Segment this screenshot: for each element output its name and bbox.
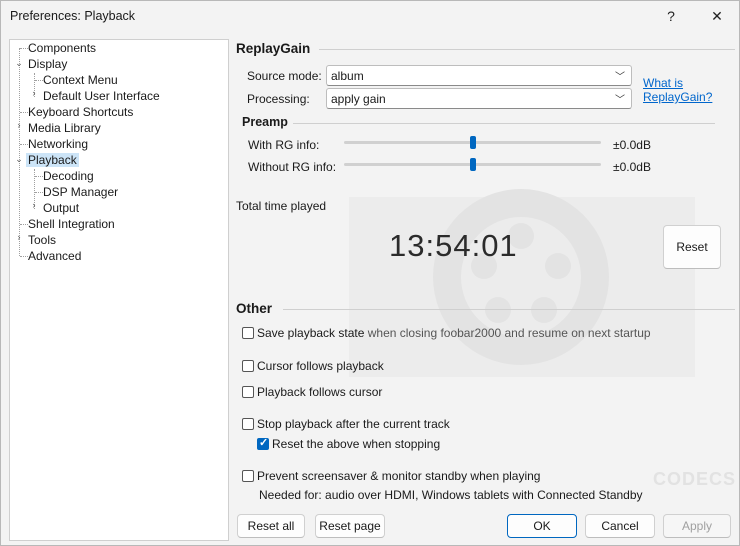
close-button[interactable]: ✕ (695, 1, 739, 31)
tree-item-default-user-interface[interactable]: Default User Interface (41, 88, 162, 104)
reset-page-button[interactable]: Reset page (315, 514, 385, 538)
chevron-down-icon: ﹀ (615, 72, 625, 83)
playback-follows-label[interactable]: Playback follows cursor (257, 385, 382, 399)
tree-item-components[interactable]: Components (26, 40, 98, 56)
without-rg-slider-thumb[interactable] (469, 158, 476, 171)
divider (319, 49, 735, 50)
save-state-label[interactable]: Save playback state when closing foobar2… (257, 326, 651, 340)
tree-item-output[interactable]: Output (41, 200, 81, 216)
what-is-replaygain-link[interactable]: What is ReplayGain? (643, 76, 712, 104)
expand-icon[interactable]: › (29, 88, 39, 98)
ok-button[interactable]: OK (507, 514, 577, 538)
replaygain-heading: ReplayGain (236, 41, 311, 56)
processing-label: Processing: (247, 92, 310, 106)
stop-after-checkbox[interactable] (242, 418, 254, 430)
other-heading: Other (236, 301, 273, 316)
tree-item-networking[interactable]: Networking (26, 136, 90, 152)
total-time-value: 13:54:01 (389, 228, 518, 263)
apply-button[interactable]: Apply (663, 514, 731, 538)
save-state-checkbox[interactable] (242, 327, 254, 339)
divider (293, 123, 715, 124)
reset-above-label[interactable]: Reset the above when stopping (272, 437, 440, 451)
chevron-down-icon: ﹀ (615, 95, 625, 106)
without-rg-label: Without RG info: (248, 160, 337, 174)
processing-select[interactable]: apply gain ﹀ (326, 88, 632, 109)
tree-item-decoding[interactable]: Decoding (41, 168, 96, 184)
expand-icon[interactable]: › (14, 232, 24, 242)
divider (283, 309, 735, 310)
watermark-logo (349, 189, 695, 377)
preferences-window: Preferences: Playback ? ✕ Components ⌄ D… (0, 0, 740, 546)
expand-icon[interactable]: › (14, 120, 24, 130)
source-mode-label: Source mode: (247, 69, 322, 83)
stop-after-label[interactable]: Stop playback after the current track (257, 417, 450, 431)
help-button[interactable]: ? (649, 1, 693, 31)
cancel-button[interactable]: Cancel (585, 514, 655, 538)
with-rg-slider-thumb[interactable] (469, 136, 476, 149)
tree-item-tools[interactable]: Tools (26, 232, 58, 248)
tree-item-advanced[interactable]: Advanced (26, 248, 83, 264)
preamp-heading: Preamp (242, 115, 288, 129)
watermark-brand: CODECS (653, 469, 737, 489)
reset-all-button[interactable]: Reset all (237, 514, 305, 538)
without-rg-value: ±0.0dB (613, 160, 651, 174)
tree-item-dsp-manager[interactable]: DSP Manager (41, 184, 120, 200)
needed-for-note: Needed for: audio over HDMI, Windows tab… (259, 488, 643, 502)
window-title: Preferences: Playback (10, 9, 136, 23)
cursor-follows-checkbox[interactable] (242, 360, 254, 372)
tree-item-display[interactable]: Display (26, 56, 69, 72)
total-time-label: Total time played (236, 199, 327, 213)
prevent-screensaver-label[interactable]: Prevent screensaver & monitor standby wh… (257, 469, 540, 483)
tree-item-playback[interactable]: Playback (26, 152, 79, 168)
tree-item-shell-integration[interactable]: Shell Integration (26, 216, 117, 232)
preferences-tree[interactable]: Components ⌄ Display Context Menu › Defa… (9, 39, 229, 541)
collapse-icon[interactable]: ⌄ (14, 58, 24, 69)
expand-icon[interactable]: › (29, 200, 39, 210)
cursor-follows-label[interactable]: Cursor follows playback (257, 359, 384, 373)
tree-item-context-menu[interactable]: Context Menu (41, 72, 120, 88)
collapse-icon[interactable]: ⌄ (14, 154, 24, 165)
playback-follows-checkbox[interactable] (242, 386, 254, 398)
tree-item-media-library[interactable]: Media Library (26, 120, 103, 136)
with-rg-value: ±0.0dB (613, 138, 651, 152)
title-bar: Preferences: Playback ? ✕ (1, 1, 739, 31)
prevent-screensaver-checkbox[interactable] (242, 470, 254, 482)
tree-item-keyboard-shortcuts[interactable]: Keyboard Shortcuts (26, 104, 135, 120)
reset-above-checkbox[interactable] (257, 436, 269, 450)
reset-time-button[interactable]: Reset (663, 225, 721, 269)
source-mode-select[interactable]: album ﹀ (326, 65, 632, 86)
with-rg-label: With RG info: (248, 138, 320, 152)
